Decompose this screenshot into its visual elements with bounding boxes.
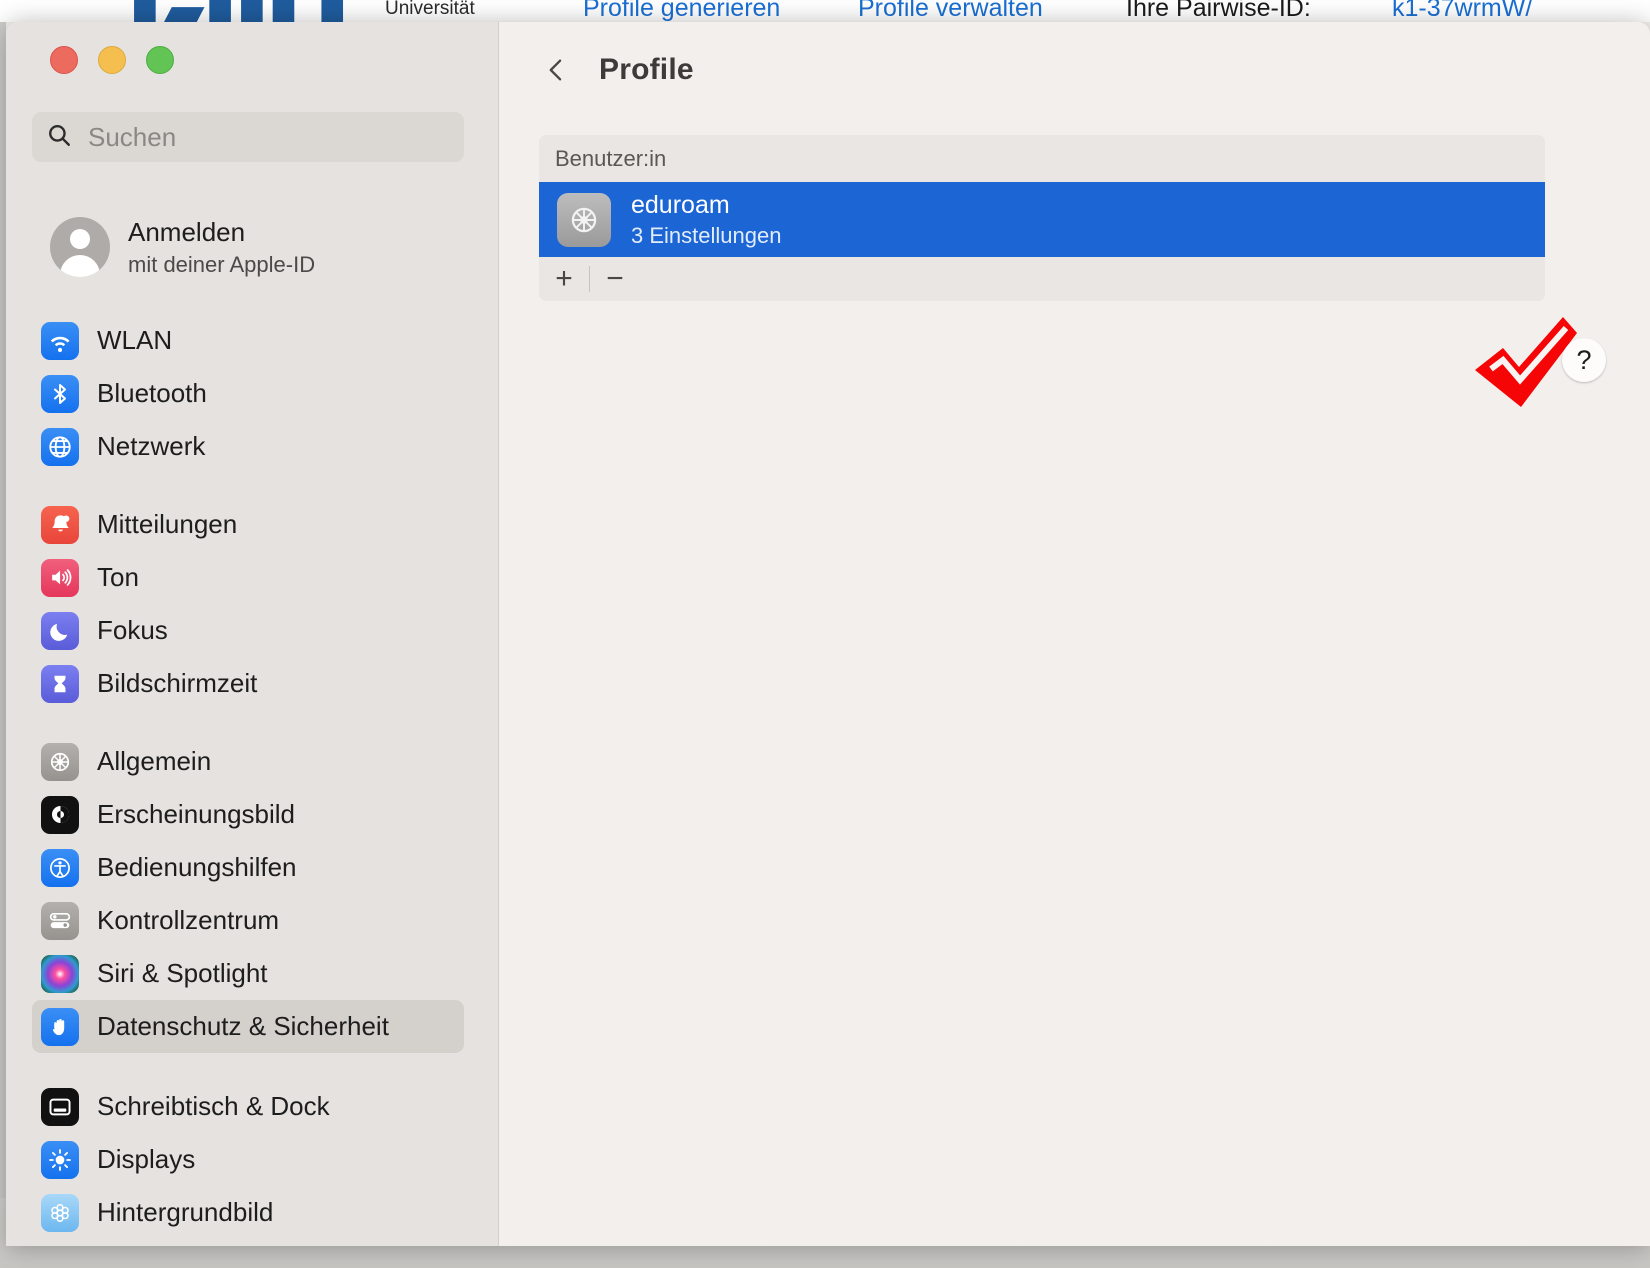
sidebar-group-general: Allgemein Erscheinungsbild Bedienungshil… [32, 735, 464, 1053]
apple-id-title: Anmelden [128, 217, 246, 247]
wallpaper-icon [41, 1193, 79, 1232]
search-field[interactable] [32, 112, 464, 162]
desktop-dock-icon [41, 1087, 79, 1126]
gear-icon [41, 742, 79, 781]
sidebar-item-label: Mitteilungen [97, 509, 238, 539]
sidebar-item-datenschutz-sicherheit[interactable]: Datenschutz & Sicherheit [32, 1000, 464, 1053]
sidebar-group-system: Mitteilungen Ton Fokus Bildschirmzeit [32, 498, 464, 710]
sidebar-item-label: Allgemein [97, 746, 212, 776]
content-header: Profile [499, 22, 1650, 118]
sidebar-item-fokus[interactable]: Fokus [32, 604, 464, 657]
sidebar-item-siri-spotlight[interactable]: Siri & Spotlight [32, 947, 464, 1000]
sidebar-item-label: Kontrollzentrum [97, 905, 280, 935]
brightness-icon [41, 1140, 79, 1179]
appearance-icon [41, 795, 79, 834]
sidebar-item-label: Netzwerk [97, 431, 206, 461]
profile-name: eduroam [631, 190, 730, 219]
sidebar-item-label: Displays [97, 1144, 196, 1174]
sidebar-item-label: Bildschirmzeit [97, 668, 258, 698]
sidebar-item-label: Hintergrundbild [97, 1197, 274, 1227]
main-content: Profile Benutzer:in eduroam 3 Einstellun… [499, 22, 1650, 1246]
apple-id-signin-row[interactable]: Anmelden mit deiner Apple-ID [32, 205, 464, 289]
sidebar-item-label: WLAN [97, 325, 173, 355]
search-icon [46, 122, 72, 153]
sidebar-item-label: Fokus [97, 615, 168, 645]
window-controls [50, 46, 174, 74]
system-settings-window: Anmelden mit deiner Apple-ID WLAN [6, 22, 1650, 1246]
profile-settings-count: 3 Einstellungen [631, 222, 782, 248]
background-link-manage-profiles[interactable]: Profile verwalten [858, 0, 1043, 22]
back-chevron-icon[interactable] [539, 53, 573, 87]
sidebar-item-label: Siri & Spotlight [97, 958, 268, 988]
sidebar-item-mitteilungen[interactable]: Mitteilungen [32, 498, 464, 551]
sidebar-item-label: Datenschutz & Sicherheit [97, 1011, 389, 1041]
sidebar-item-label: Schreibtisch & Dock [97, 1091, 330, 1121]
siri-icon [41, 954, 79, 993]
profiles-list: Benutzer:in eduroam 3 Einstellungen + − [539, 135, 1545, 301]
bell-icon [41, 505, 79, 544]
sidebar-item-label: Erscheinungsbild [97, 799, 296, 829]
hourglass-icon [41, 664, 79, 703]
search-input[interactable] [86, 120, 450, 154]
sidebar-item-label: Bedienungshilfen [97, 852, 297, 882]
avatar [50, 217, 110, 277]
add-profile-button[interactable]: + [539, 257, 589, 301]
background-logo: ▮▰▮▮▮ ▮ [130, 0, 349, 22]
help-button[interactable]: ? [1562, 338, 1606, 382]
close-window-button[interactable] [50, 46, 78, 74]
profiles-list-header: Benutzer:in [539, 135, 1545, 182]
background-webpage-header: ▮▰▮▮▮ ▮ Universität Profile generieren P… [0, 0, 1650, 22]
sidebar-item-label: Bluetooth [97, 378, 207, 408]
page-title: Profile [599, 53, 694, 86]
sidebar-item-wlan[interactable]: WLAN [32, 314, 464, 367]
speaker-icon [41, 558, 79, 597]
sidebar-group-desktop: Schreibtisch & Dock Displays Hintergrund… [32, 1080, 464, 1239]
accessibility-icon [41, 848, 79, 887]
table-row[interactable]: eduroam 3 Einstellungen [539, 182, 1545, 257]
background-university-label: Universität [385, 0, 475, 19]
sidebar-item-erscheinungsbild[interactable]: Erscheinungsbild [32, 788, 464, 841]
sidebar-item-ton[interactable]: Ton [32, 551, 464, 604]
moon-icon [41, 611, 79, 650]
background-pairwise-id-value: k1-37wrmW/ [1392, 0, 1533, 22]
sidebar-item-label: Ton [97, 562, 139, 592]
profile-gear-icon [557, 192, 611, 247]
globe-icon [41, 427, 79, 466]
sidebar-item-schreibtisch-dock[interactable]: Schreibtisch & Dock [32, 1080, 464, 1133]
bluetooth-icon [41, 374, 79, 413]
sidebar-item-allgemein[interactable]: Allgemein [32, 735, 464, 788]
sidebar-item-bildschirmzeit[interactable]: Bildschirmzeit [32, 657, 464, 710]
wifi-icon [41, 321, 79, 360]
hand-icon [41, 1007, 79, 1046]
sidebar-item-bedienungshilfen[interactable]: Bedienungshilfen [32, 841, 464, 894]
apple-id-subtitle: mit deiner Apple-ID [128, 251, 316, 277]
sidebar-group-network: WLAN Bluetooth Netzwerk [32, 314, 464, 473]
control-center-icon [41, 901, 79, 940]
sidebar-item-hintergrundbild[interactable]: Hintergrundbild [32, 1186, 464, 1239]
sidebar-item-bluetooth[interactable]: Bluetooth [32, 367, 464, 420]
background-link-generate-profiles[interactable]: Profile generieren [583, 0, 780, 22]
sidebar-item-netzwerk[interactable]: Netzwerk [32, 420, 464, 473]
maximize-window-button[interactable] [146, 46, 174, 74]
sidebar-item-displays[interactable]: Displays [32, 1133, 464, 1186]
sidebar: Anmelden mit deiner Apple-ID WLAN [6, 22, 499, 1246]
remove-profile-button[interactable]: − [590, 257, 640, 301]
minimize-window-button[interactable] [98, 46, 126, 74]
background-pairwise-id-label: Ihre Pairwise-ID: [1126, 0, 1311, 22]
sidebar-item-kontrollzentrum[interactable]: Kontrollzentrum [32, 894, 464, 947]
profiles-list-toolbar: + − [539, 257, 1545, 301]
